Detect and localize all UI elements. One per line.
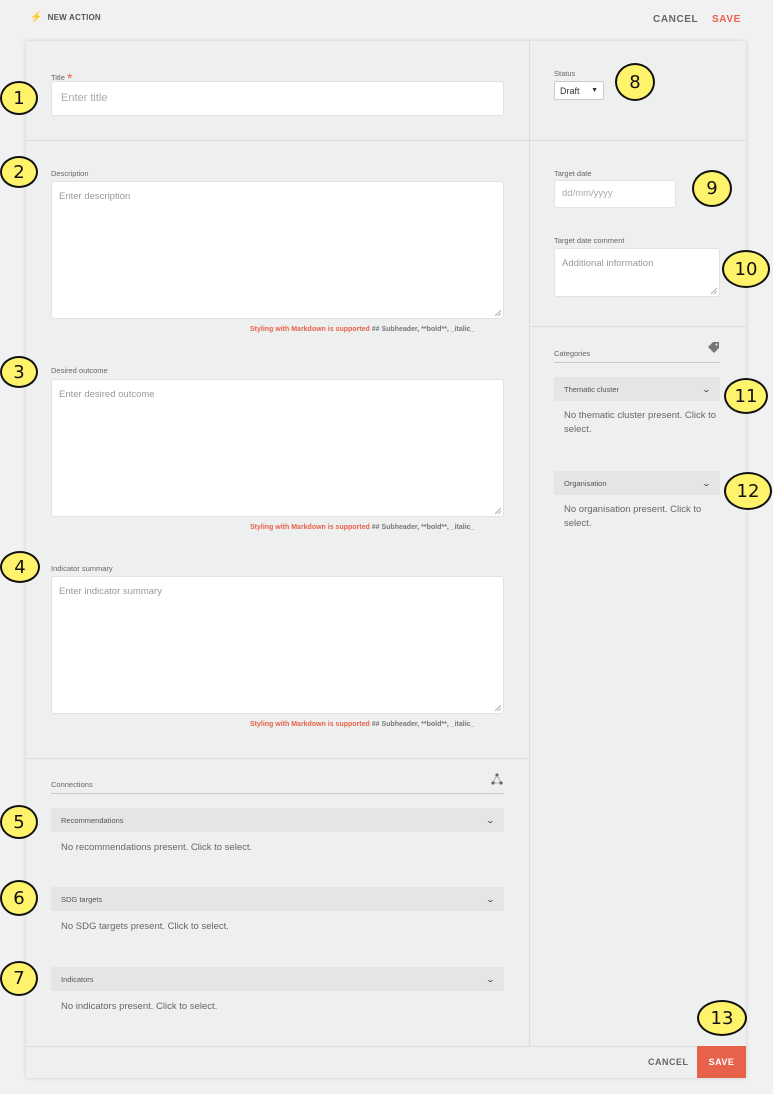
status-select[interactable]: Draft ▼ bbox=[554, 81, 604, 100]
chevron-down-icon: ⌄ bbox=[485, 894, 496, 904]
footer-save-button[interactable]: SAVE bbox=[697, 1046, 746, 1078]
accordion-sdg-targets[interactable]: SDG targets ⌄ bbox=[51, 887, 504, 911]
accordion-recommendations[interactable]: Recommendations ⌄ bbox=[51, 808, 504, 832]
description-placeholder: Enter description bbox=[59, 191, 131, 202]
bolt-icon: ⚡ bbox=[30, 12, 43, 23]
annotation-badge: 8 bbox=[615, 63, 655, 101]
chevron-down-icon: ⌄ bbox=[701, 478, 712, 488]
tag-icon bbox=[708, 342, 719, 353]
annotation-badge: 1 bbox=[0, 81, 38, 115]
status-label: Status bbox=[554, 69, 576, 78]
target-date-comment-placeholder: Additional information bbox=[562, 258, 654, 269]
caret-down-icon: ▼ bbox=[591, 87, 598, 94]
header-cancel-button[interactable]: CANCEL bbox=[653, 14, 698, 25]
footer-divider bbox=[26, 1046, 746, 1047]
accordion-thematic-cluster[interactable]: Thematic cluster ⌄ bbox=[554, 377, 720, 401]
description-label: Description bbox=[51, 169, 89, 178]
divider bbox=[530, 140, 746, 141]
accordion-label: Recommendations bbox=[61, 815, 124, 825]
accordion-label: Thematic cluster bbox=[564, 384, 620, 394]
column-divider bbox=[529, 41, 530, 1046]
indicator-summary-textarea[interactable]: Enter indicator summary bbox=[51, 576, 504, 714]
annotation-badge: 10 bbox=[722, 250, 770, 288]
annotation-badge: 4 bbox=[0, 551, 40, 583]
annotation-badge: 11 bbox=[724, 378, 768, 414]
desired-outcome-label: Desired outcome bbox=[51, 366, 108, 375]
resize-handle[interactable] bbox=[495, 705, 501, 711]
status-value: Draft bbox=[560, 85, 580, 96]
page-title-text: NEW ACTION bbox=[47, 13, 101, 22]
connections-underline bbox=[51, 793, 504, 794]
categories-heading: Categories bbox=[554, 349, 591, 358]
target-date-comment-label: Target date comment bbox=[554, 236, 625, 245]
accordion-label: Indicators bbox=[61, 974, 94, 984]
page-title: ⚡ NEW ACTION bbox=[30, 12, 101, 23]
target-date-input[interactable]: dd/mm/yyyy bbox=[554, 180, 676, 208]
form-card: Title * Enter title Description Enter de… bbox=[26, 41, 746, 1078]
network-icon bbox=[491, 773, 503, 785]
accordion-indicators[interactable]: Indicators ⌄ bbox=[51, 967, 504, 991]
title-input[interactable]: Enter title bbox=[51, 81, 504, 116]
divider bbox=[26, 140, 529, 141]
chevron-down-icon: ⌄ bbox=[485, 974, 496, 984]
connections-heading: Connections bbox=[51, 780, 93, 789]
annotation-badge: 13 bbox=[697, 1000, 747, 1036]
description-textarea[interactable]: Enter description bbox=[51, 181, 504, 319]
top-bar: ⚡ NEW ACTION CANCEL SAVE bbox=[0, 0, 773, 40]
target-date-comment-textarea[interactable]: Additional information bbox=[554, 248, 720, 297]
annotation-badge: 12 bbox=[724, 472, 772, 510]
indicators-empty-message[interactable]: No indicators present. Click to select. bbox=[61, 1000, 217, 1014]
divider bbox=[530, 326, 746, 327]
chevron-down-icon: ⌄ bbox=[485, 815, 496, 825]
thematic-cluster-empty-message[interactable]: No thematic cluster present. Click to se… bbox=[564, 409, 719, 437]
accordion-organisation[interactable]: Organisation ⌄ bbox=[554, 471, 720, 495]
annotation-badge: 6 bbox=[0, 880, 38, 916]
resize-handle[interactable] bbox=[495, 508, 501, 514]
markdown-hint: Styling with Markdown is supported ## Su… bbox=[250, 326, 475, 333]
indicator-summary-placeholder: Enter indicator summary bbox=[59, 586, 162, 597]
annotation-badge: 9 bbox=[692, 170, 732, 207]
footer-cancel-button[interactable]: CANCEL bbox=[648, 1057, 689, 1067]
annotation-badge: 5 bbox=[0, 805, 38, 839]
categories-underline bbox=[554, 362, 720, 363]
annotation-badge: 7 bbox=[0, 961, 38, 996]
resize-handle[interactable] bbox=[711, 288, 717, 294]
sdg-targets-empty-message[interactable]: No SDG targets present. Click to select. bbox=[61, 920, 229, 934]
accordion-label: Organisation bbox=[564, 478, 607, 488]
annotation-badge: 3 bbox=[0, 356, 38, 388]
desired-outcome-placeholder: Enter desired outcome bbox=[59, 389, 155, 400]
markdown-hint: Styling with Markdown is supported ## Su… bbox=[250, 524, 475, 531]
divider bbox=[26, 758, 529, 759]
indicator-summary-label: Indicator summary bbox=[51, 564, 113, 573]
annotation-badge: 2 bbox=[0, 156, 38, 188]
recommendations-empty-message[interactable]: No recommendations present. Click to sel… bbox=[61, 841, 252, 855]
markdown-hint: Styling with Markdown is supported ## Su… bbox=[250, 721, 475, 728]
organisation-empty-message[interactable]: No organisation present. Click to select… bbox=[564, 503, 714, 531]
target-date-label: Target date bbox=[554, 169, 592, 178]
accordion-label: SDG targets bbox=[61, 894, 103, 904]
desired-outcome-textarea[interactable]: Enter desired outcome bbox=[51, 379, 504, 517]
resize-handle[interactable] bbox=[495, 310, 501, 316]
chevron-down-icon: ⌄ bbox=[701, 384, 712, 394]
header-save-button[interactable]: SAVE bbox=[712, 14, 741, 25]
